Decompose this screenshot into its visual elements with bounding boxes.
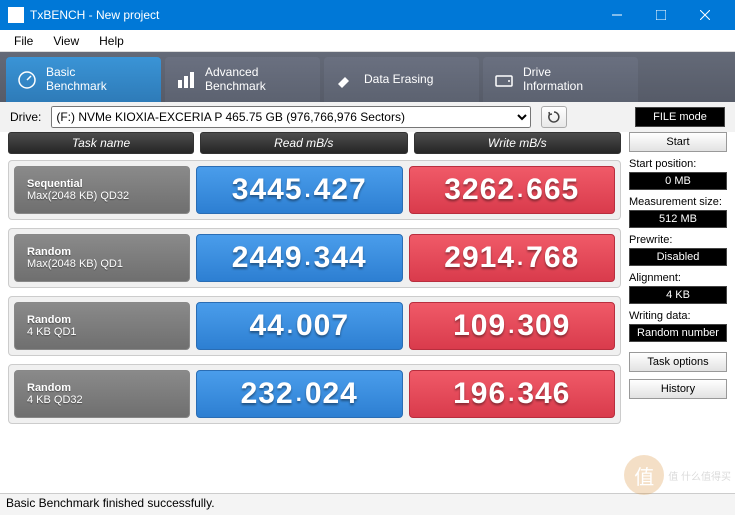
measurement-size-label: Measurement size: — [629, 196, 727, 208]
menu-bar: File View Help — [0, 30, 735, 52]
writing-data-label: Writing data: — [629, 310, 727, 322]
header-task: Task name — [8, 132, 194, 154]
result-row: RandomMax(2048 KB) QD12449.3442914.768 — [8, 228, 621, 288]
measurement-size-value[interactable]: 512 MB — [629, 210, 727, 228]
menu-file[interactable]: File — [4, 32, 43, 50]
task-name-cell: Random4 KB QD32 — [14, 370, 190, 418]
task-name-cell: SequentialMax(2048 KB) QD32 — [14, 166, 190, 214]
tab-bar: BasicBenchmark AdvancedBenchmark Data Er… — [0, 52, 735, 102]
read-value: 2449.344 — [196, 234, 403, 282]
result-row: Random4 KB QD144.007109.309 — [8, 296, 621, 356]
menu-help[interactable]: Help — [89, 32, 134, 50]
maximize-button[interactable] — [639, 0, 683, 30]
write-value: 196.346 — [409, 370, 616, 418]
prewrite-value[interactable]: Disabled — [629, 248, 727, 266]
drive-bar: Drive: (F:) NVMe KIOXIA-EXCERIA P 465.75… — [0, 102, 735, 132]
start-button[interactable]: Start — [629, 132, 727, 152]
header-write: Write mB/s — [414, 132, 622, 154]
prewrite-label: Prewrite: — [629, 234, 727, 246]
close-button[interactable] — [683, 0, 727, 30]
start-position-value[interactable]: 0 MB — [629, 172, 727, 190]
task-name-cell: Random4 KB QD1 — [14, 302, 190, 350]
alignment-label: Alignment: — [629, 272, 727, 284]
side-panel: Start Start position: 0 MB Measurement s… — [621, 132, 727, 497]
bars-icon — [175, 69, 197, 91]
read-value: 3445.427 — [196, 166, 403, 214]
alignment-value[interactable]: 4 KB — [629, 286, 727, 304]
tab-advanced-benchmark[interactable]: AdvancedBenchmark — [165, 57, 320, 102]
read-value: 232.024 — [196, 370, 403, 418]
header-read: Read mB/s — [200, 132, 408, 154]
tab-data-erasing[interactable]: Data Erasing — [324, 57, 479, 102]
write-value: 109.309 — [409, 302, 616, 350]
result-row: SequentialMax(2048 KB) QD323445.4273262.… — [8, 160, 621, 220]
start-position-label: Start position: — [629, 158, 727, 170]
history-button[interactable]: History — [629, 379, 727, 399]
minimize-button[interactable] — [595, 0, 639, 30]
write-value: 2914.768 — [409, 234, 616, 282]
read-value: 44.007 — [196, 302, 403, 350]
gauge-icon — [16, 69, 38, 91]
writing-data-value[interactable]: Random number — [629, 324, 727, 342]
drive-label: Drive: — [10, 110, 41, 124]
status-bar: Basic Benchmark finished successfully. — [0, 493, 735, 515]
file-mode-button[interactable]: FILE mode — [635, 107, 725, 127]
tab-drive-information[interactable]: DriveInformation — [483, 57, 638, 102]
tab-basic-benchmark[interactable]: BasicBenchmark — [6, 57, 161, 102]
drive-icon — [493, 69, 515, 91]
window-title: TxBENCH - New project — [30, 8, 159, 22]
task-options-button[interactable]: Task options — [629, 352, 727, 372]
title-bar: TxBENCH - New project — [0, 0, 735, 30]
write-value: 3262.665 — [409, 166, 616, 214]
drive-select[interactable]: (F:) NVMe KIOXIA-EXCERIA P 465.75 GB (97… — [51, 106, 531, 128]
refresh-button[interactable] — [541, 106, 567, 128]
task-name-cell: RandomMax(2048 KB) QD1 — [14, 234, 190, 282]
menu-view[interactable]: View — [43, 32, 89, 50]
results-panel: Task name Read mB/s Write mB/s Sequentia… — [8, 132, 621, 497]
result-row: Random4 KB QD32232.024196.346 — [8, 364, 621, 424]
app-icon — [8, 7, 24, 23]
erase-icon — [334, 69, 356, 91]
